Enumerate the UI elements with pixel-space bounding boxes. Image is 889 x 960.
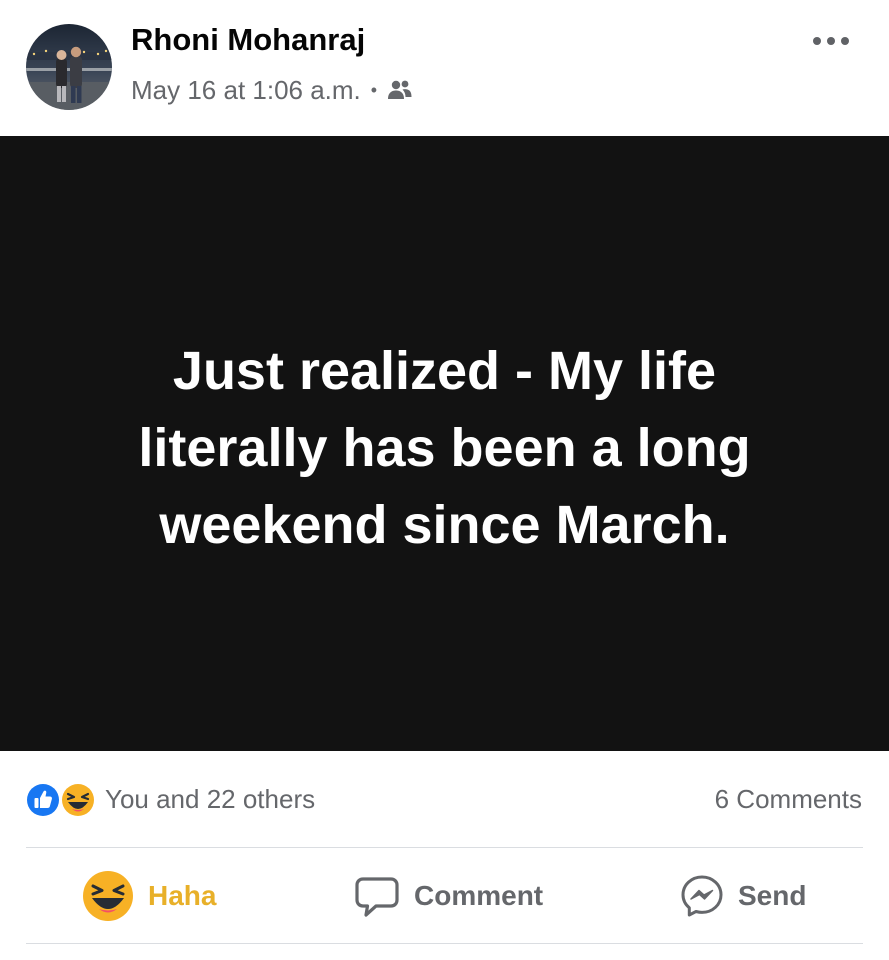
more-horizontal-icon (813, 37, 849, 45)
comments-count[interactable]: 6 Comments (715, 784, 862, 815)
messenger-icon (681, 875, 723, 917)
haha-label: Haha (148, 880, 217, 911)
post-card: Rhoni Mohanraj May 16 at 1:06 a.m. • Jus… (0, 0, 889, 960)
send-button[interactable]: Send (680, 868, 806, 924)
comment-button[interactable]: Comment (354, 868, 543, 924)
send-label: Send (738, 880, 807, 911)
friends-icon[interactable] (385, 79, 413, 101)
haha-reaction-icon (83, 871, 133, 921)
divider (26, 847, 863, 848)
comment-bubble-icon (355, 877, 399, 917)
post-timestamp[interactable]: May 16 at 1:06 a.m. (131, 75, 361, 106)
post-text: Just realized - My life literally has be… (138, 341, 751, 555)
post-meta: May 16 at 1:06 a.m. • (131, 72, 413, 108)
author-avatar[interactable] (26, 24, 112, 110)
haha-reaction-icon (60, 782, 96, 818)
author-name[interactable]: Rhoni Mohanraj (131, 22, 365, 58)
reaction-count[interactable]: You and 22 others (105, 784, 315, 815)
haha-reaction-button[interactable]: Haha (82, 868, 216, 924)
divider (26, 943, 863, 944)
more-options-button[interactable] (806, 28, 856, 54)
post-header: Rhoni Mohanraj May 16 at 1:06 a.m. • (0, 0, 889, 136)
like-reaction-icon (25, 782, 61, 818)
text-post-panel[interactable]: Just realized - My life literally has be… (0, 136, 889, 751)
meta-separator: • (370, 79, 378, 100)
reaction-icons[interactable] (24, 781, 98, 819)
comment-label: Comment (414, 880, 544, 911)
